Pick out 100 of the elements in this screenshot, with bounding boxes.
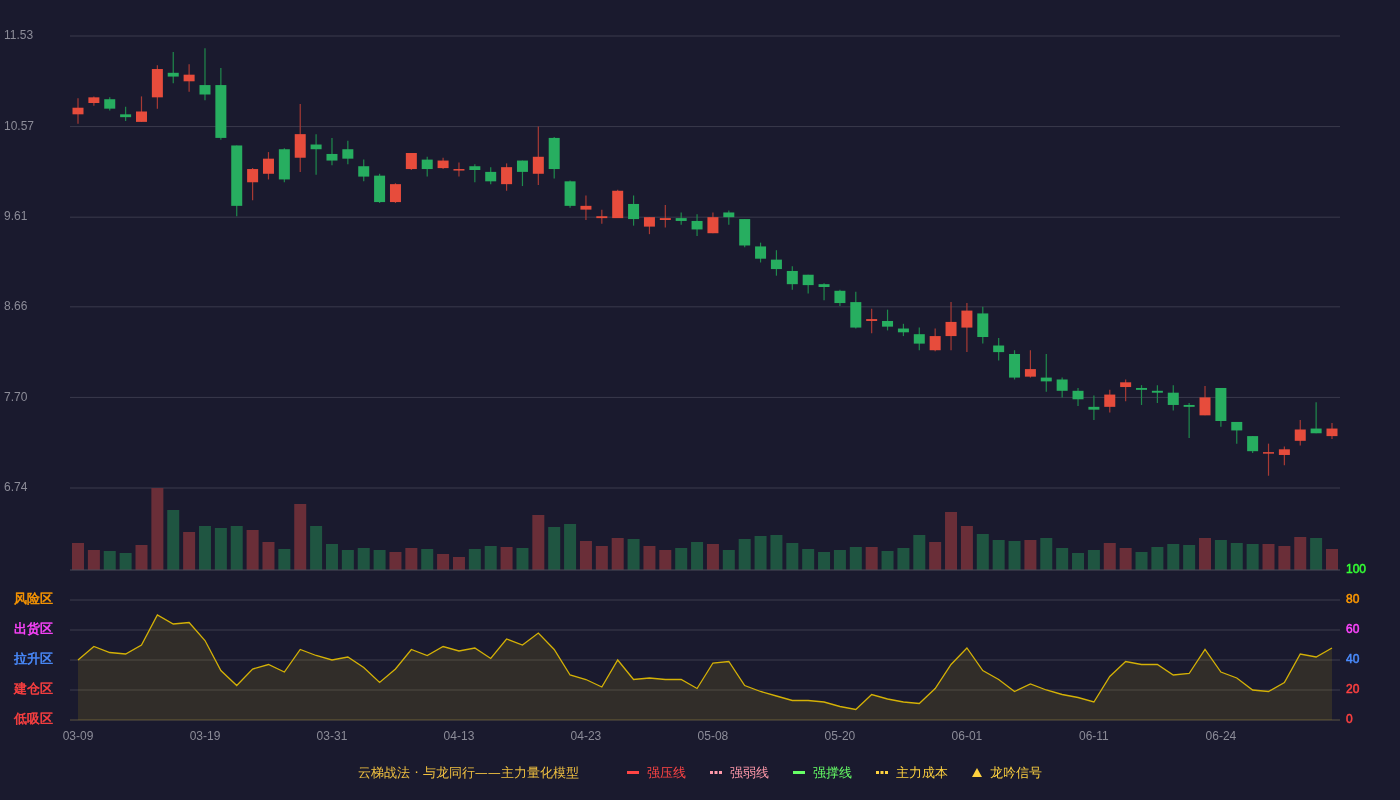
- candlestick: [437, 157, 449, 170]
- candlestick: [389, 182, 401, 204]
- candlestick: [1151, 384, 1163, 404]
- volume-bar: [865, 547, 878, 570]
- candlestick: [1024, 349, 1036, 379]
- volume-bar: [659, 550, 672, 570]
- volume-bar: [135, 545, 148, 570]
- volume-bar: [722, 550, 735, 570]
- zone-label: 拉升区: [14, 651, 53, 667]
- volume-bar: [691, 542, 704, 570]
- volume-bar: [643, 546, 656, 570]
- candlestick: [310, 133, 322, 176]
- axis-label: 03-19: [189, 729, 221, 744]
- volume-bar: [897, 548, 910, 570]
- axis-label: 05-08: [697, 729, 729, 744]
- volume-bar: [468, 549, 481, 570]
- candlestick: [151, 64, 163, 110]
- candlestick: [374, 173, 386, 204]
- candlestick: [469, 163, 481, 183]
- volume-bar: [405, 548, 418, 570]
- volume-bar: [770, 535, 783, 570]
- volume-bar: [167, 510, 180, 570]
- volume-bar: [1326, 549, 1338, 570]
- candlestick: [1278, 445, 1290, 466]
- candlestick: [945, 301, 957, 351]
- volume-bar: [738, 539, 751, 570]
- candlestick: [897, 323, 909, 337]
- axis-label: 7.70: [4, 389, 28, 404]
- candlestick: [1310, 401, 1322, 434]
- volume-bar: [87, 550, 100, 570]
- candlestick: [1072, 387, 1084, 407]
- candlestick: [421, 156, 433, 178]
- axis-label: 80: [1346, 592, 1360, 607]
- volume-bar: [960, 526, 973, 570]
- volume-bar: [1246, 544, 1259, 570]
- candlestick: [770, 249, 782, 277]
- volume-bar: [579, 541, 592, 570]
- volume-bar: [913, 535, 926, 570]
- volume-bar: [706, 544, 719, 570]
- candlestick: [247, 167, 259, 201]
- volume-bar: [564, 524, 577, 570]
- volume-bar: [992, 540, 1005, 570]
- axis-label: 8.66: [4, 299, 28, 313]
- legend-label: 强弱线: [729, 763, 769, 782]
- candlestick: [294, 103, 306, 173]
- axis-label: 03-09: [62, 729, 94, 744]
- axis-label: 20: [1346, 682, 1360, 697]
- zone-label: 低吸区: [14, 711, 53, 727]
- volume-bar: [437, 554, 450, 570]
- candlestick: [1088, 394, 1100, 421]
- volume-bar: [1024, 540, 1037, 570]
- candlestick: [866, 308, 878, 334]
- candlestick: [612, 189, 624, 219]
- candlestick: [501, 162, 513, 192]
- volume-bar: [754, 536, 767, 570]
- axis-label: 06-24: [1205, 729, 1237, 744]
- volume-bar: [341, 550, 354, 570]
- volume-bar: [500, 547, 513, 570]
- candlestick: [263, 151, 274, 181]
- candlestick: [913, 326, 925, 351]
- axis-label: 04-13: [443, 729, 475, 744]
- volume-bar: [72, 543, 84, 570]
- volume-bar: [1262, 544, 1275, 570]
- volume-bar: [357, 548, 370, 570]
- volume-bar: [1056, 548, 1069, 570]
- volume-bar: [262, 542, 275, 570]
- volume-bar: [929, 542, 942, 570]
- volume-bar: [516, 548, 529, 570]
- axis-label: 6.74: [4, 480, 28, 495]
- candlestick: [691, 213, 703, 237]
- axis-label: 40: [1346, 652, 1360, 667]
- axis-label: 11.53: [4, 28, 34, 43]
- candlestick: [818, 282, 830, 301]
- candlestick: [675, 211, 687, 226]
- candlestick: [548, 136, 560, 180]
- legend-title: 云梯战法 · 与龙同行——主力量化模型: [358, 763, 579, 782]
- volume-bar: [1183, 545, 1196, 570]
- axis-label: 9.61: [4, 209, 28, 224]
- volume-bar: [373, 550, 386, 570]
- volume-bar: [675, 548, 688, 570]
- candlestick: [1247, 435, 1259, 454]
- candlestick: [961, 302, 973, 353]
- axis-label: 60: [1346, 622, 1360, 637]
- volume-bar: [1310, 538, 1323, 570]
- candlestick: [1056, 377, 1068, 398]
- candlestick: [643, 216, 655, 235]
- zone-label: 建仓区: [14, 681, 53, 697]
- candlestick: [1120, 378, 1132, 402]
- volume-bar: [1103, 543, 1116, 570]
- volume-bar: [310, 526, 323, 570]
- volume-bar: [548, 527, 561, 570]
- candlestick: [405, 152, 417, 171]
- volume-bar: [484, 546, 497, 570]
- candlestick: [1199, 385, 1211, 416]
- zone-label: 风险区: [14, 591, 53, 607]
- candlestick: [199, 47, 211, 101]
- candlestick: [136, 95, 147, 123]
- candlestick: [755, 242, 767, 264]
- volume-bar: [1008, 541, 1021, 570]
- candlestick: [1167, 384, 1179, 412]
